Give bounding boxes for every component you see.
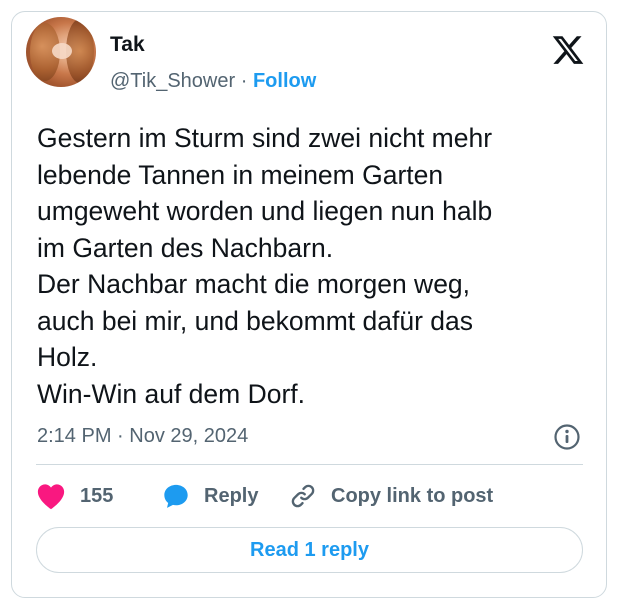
- like-count: 155: [80, 484, 114, 507]
- copy-link-button[interactable]: Copy link to post: [289, 480, 493, 512]
- handle-separator: ·: [240, 70, 248, 92]
- heart-icon: [37, 484, 65, 510]
- info-icon[interactable]: [553, 423, 581, 451]
- avatar[interactable]: [26, 17, 96, 87]
- author-name[interactable]: Tak: [110, 33, 145, 57]
- read-replies-button[interactable]: Read 1 reply: [36, 527, 583, 573]
- tweet-text: Gestern im Sturm sind zwei nicht mehr le…: [37, 123, 493, 409]
- speech-bubble-icon: [164, 484, 188, 508]
- follow-button[interactable]: Follow: [253, 70, 316, 92]
- like-button[interactable]: 155: [36, 480, 113, 512]
- author-handle[interactable]: @Tik_Shower: [110, 70, 235, 92]
- reply-label: Reply: [204, 484, 259, 507]
- author-handle-row: @Tik_Shower · Follow: [110, 70, 316, 93]
- reply-action-button[interactable]: Reply: [162, 480, 258, 512]
- action-bar: 155 Reply Copy link to post: [36, 480, 596, 512]
- tweet-timestamp[interactable]: 2:14 PM · Nov 29, 2024: [37, 425, 248, 448]
- divider: [36, 464, 583, 465]
- x-logo-icon[interactable]: [551, 33, 585, 67]
- link-icon: [291, 484, 315, 508]
- copy-link-label: Copy link to post: [331, 484, 494, 507]
